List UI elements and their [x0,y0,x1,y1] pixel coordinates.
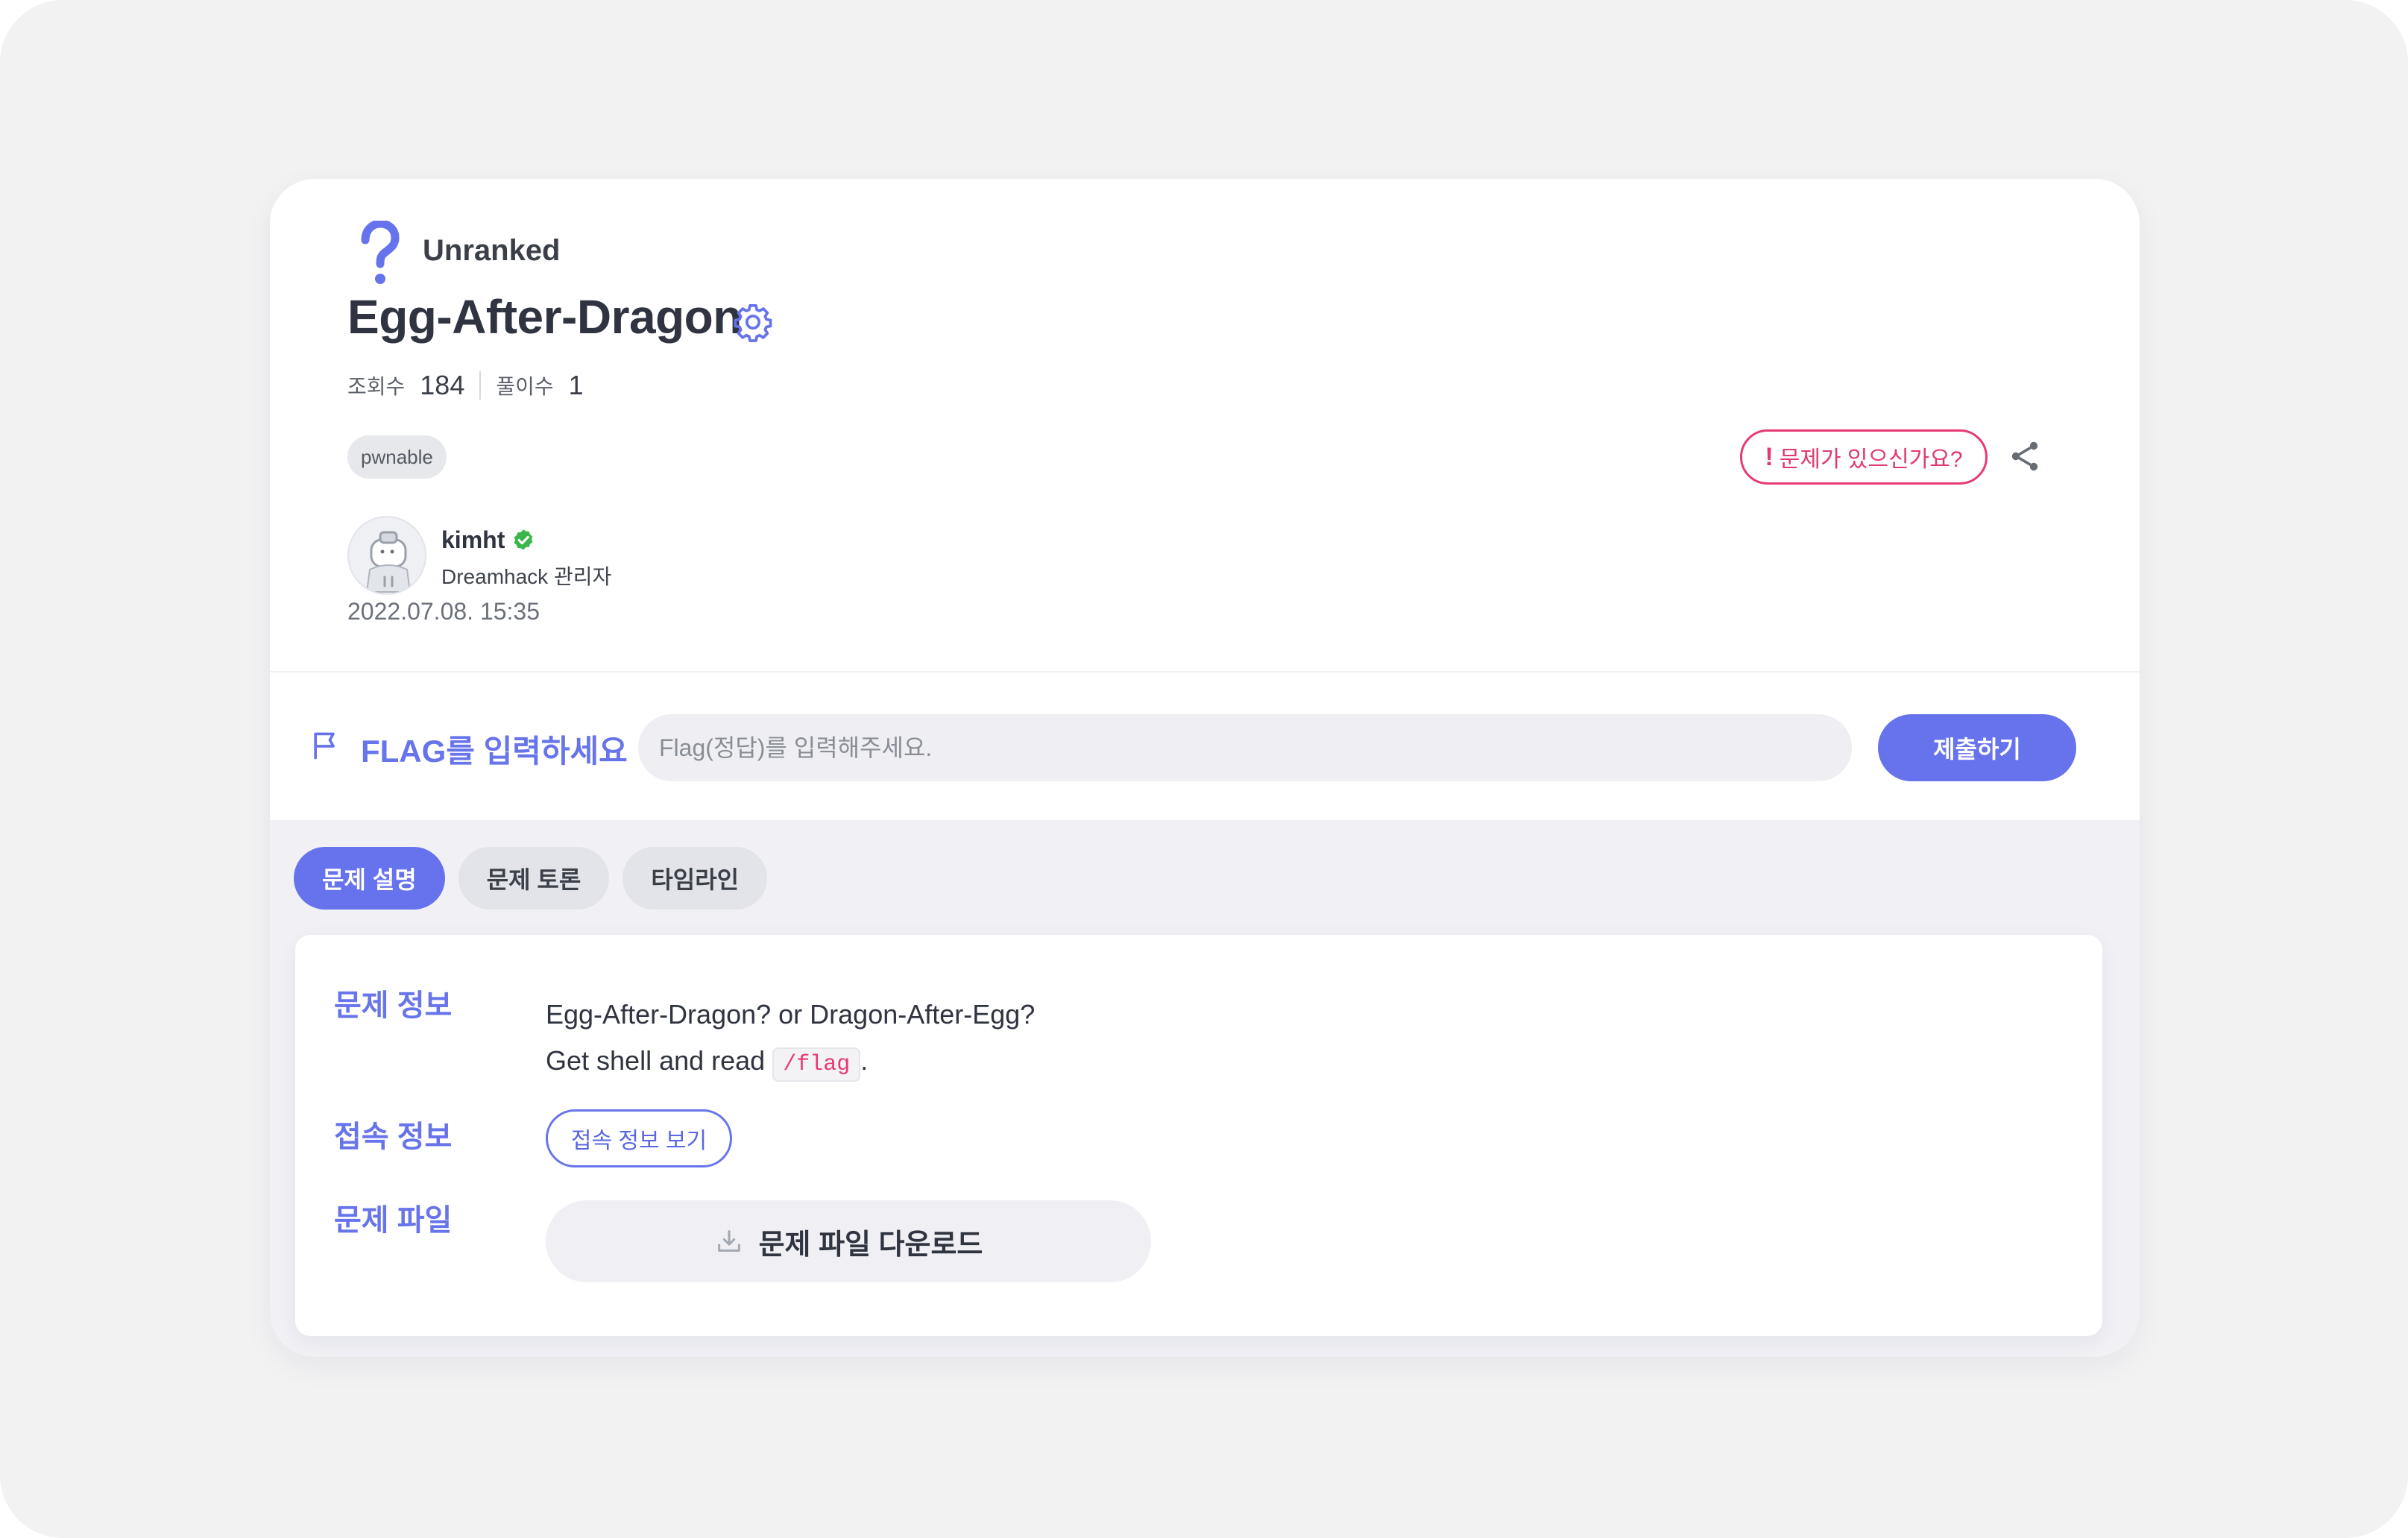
flag-path-code: /flag [772,1047,861,1082]
views-count: 184 [420,370,465,400]
question-mark-icon [356,221,401,288]
description-line-1: Egg-After-Dragon? or Dragon-After-Egg? [546,999,1036,1030]
report-problem-button[interactable]: ! 문제가 있으신가요? [1740,429,1988,485]
flag-submit-section: FLAG를 입력하세요 제출하기 [270,672,2140,820]
published-date: 2022.07.08. 15:35 [347,598,540,625]
avatar[interactable] [347,516,426,595]
author-name-row[interactable]: kimht [441,526,536,554]
tab-discussion[interactable]: 문제 토론 [458,847,610,910]
gear-icon[interactable] [732,301,774,343]
views-label: 조회수 [347,375,406,398]
problem-info-label: 문제 정보 [334,989,453,1022]
share-icon[interactable] [2007,438,2043,474]
rank-label: Unranked [423,234,561,267]
problem-description: Egg-After-Dragon? or Dragon-After-Egg? G… [546,992,1035,1088]
problem-content-panel: 문제 정보 Egg-After-Dragon? or Dragon-After-… [295,935,2102,1336]
description-period: . [860,1045,869,1076]
report-label: 문제가 있으신가요? [1779,447,1963,472]
problem-title: Egg-After-Dragon [347,290,742,344]
submit-button[interactable]: 제출하기 [1878,714,2076,781]
verified-badge-icon [511,528,536,553]
download-icon [714,1226,744,1256]
flag-icon [309,729,341,762]
flag-input[interactable] [638,714,1852,781]
solves-count: 1 [568,370,584,400]
description-line-2: Get shell and read /flag. [546,1038,1035,1088]
flag-label: FLAG를 입력하세요 [361,734,628,769]
stats-divider [479,371,482,400]
problem-file-label: 문제 파일 [334,1204,453,1237]
problem-header: Unranked Egg-After-Dragon 조회수 184 풀이수 1 … [270,179,2140,671]
tab-bar: 문제 설명 문제 토론 타임라인 [294,847,768,910]
access-info-label: 접속 정보 [334,1121,453,1153]
solves-label: 풀이수 [496,375,554,398]
description-text: Get shell and read [546,1045,766,1076]
download-file-button[interactable]: 문제 파일 다운로드 [546,1200,1151,1282]
tab-timeline[interactable]: 타임라인 [623,847,768,910]
problem-card: Unranked Egg-After-Dragon 조회수 184 풀이수 1 … [270,179,2140,1357]
exclamation-icon: ! [1765,442,1774,471]
view-access-info-button[interactable]: 접속 정보 보기 [546,1109,732,1167]
author-name[interactable]: kimht [441,526,505,554]
tab-description[interactable]: 문제 설명 [294,847,445,910]
page-background: Unranked Egg-After-Dragon 조회수 184 풀이수 1 … [0,0,2408,1538]
download-label: 문제 파일 다운로드 [758,1229,983,1261]
problem-stats: 조회수 184 풀이수 1 [347,370,584,401]
author-role: Dreamhack 관리자 [441,565,612,588]
category-tag[interactable]: pwnable [347,435,447,479]
